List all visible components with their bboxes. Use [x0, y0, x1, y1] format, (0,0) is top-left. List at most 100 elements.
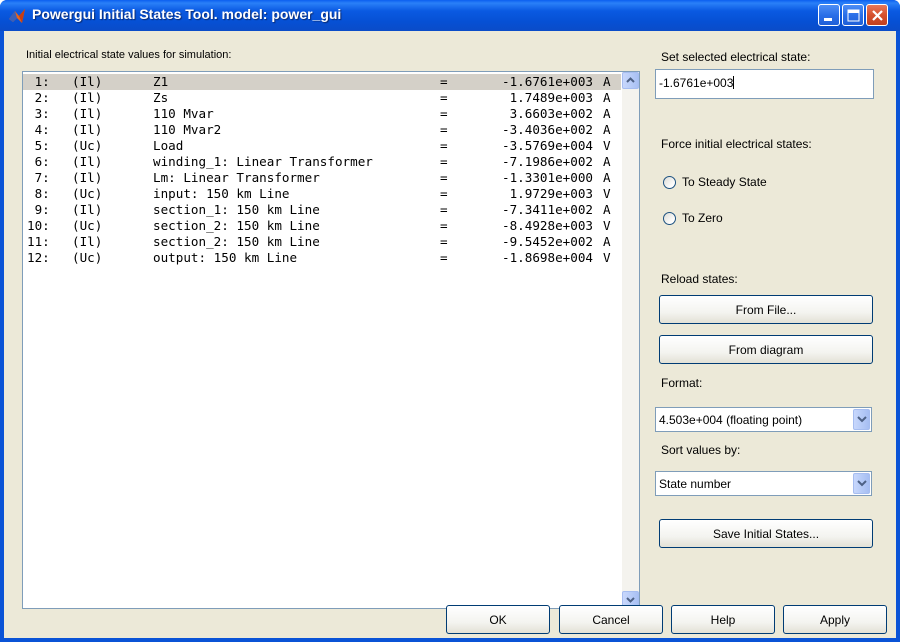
help-button[interactable]: Help [671, 605, 775, 634]
state-unit: V [603, 218, 611, 233]
save-initial-states-button[interactable]: Save Initial States... [659, 519, 873, 548]
state-number: 10: [27, 218, 50, 233]
state-name: 110 Mvar [153, 106, 214, 121]
state-value: 3.6603e+002 [509, 106, 593, 121]
state-number: 5: [27, 138, 50, 153]
apply-button[interactable]: Apply [783, 605, 887, 634]
format-value: 4.503e+004 (floating point) [659, 413, 803, 427]
list-item[interactable]: 3: (Il) 110 Mvar = 3.6603e+002 A [23, 106, 621, 122]
state-name: section_1: 150 km Line [153, 202, 320, 217]
state-name: output: 150 km Line [153, 250, 298, 265]
radio-circle-icon [663, 175, 676, 189]
dropdown-arrow-button[interactable] [853, 409, 870, 430]
scroll-up-button[interactable] [622, 72, 639, 89]
list-item[interactable]: 5: (Uc) Load = -3.5769e+004 V [23, 138, 621, 154]
state-number: 8: [27, 186, 50, 201]
state-value-text: -1.6761e+003 [659, 76, 734, 90]
sort-label: Sort values by: [661, 443, 741, 457]
state-unit: A [603, 170, 611, 185]
format-label: Format: [661, 376, 703, 390]
list-item[interactable]: 11: (Il) section_2: 150 km Line = -9.5452e+0… [23, 234, 621, 250]
list-item[interactable]: 7: (Il) Lm: Linear Transformer = -1.3301e+00… [23, 170, 621, 186]
app-window: Powergui Initial States Tool. model: pow… [0, 0, 900, 642]
cancel-button[interactable]: Cancel [559, 605, 663, 634]
equals-sign: = [440, 218, 448, 233]
chevron-down-icon [857, 480, 867, 487]
state-name: Z1 [153, 74, 169, 89]
radio-zero[interactable]: To Zero [663, 211, 723, 225]
matlab-logo-icon [9, 9, 25, 23]
state-value: -8.4928e+003 [502, 218, 593, 233]
state-unit: A [603, 154, 611, 169]
radio-zero-label: To Zero [682, 211, 723, 225]
state-value: -1.6761e+003 [502, 74, 593, 89]
state-list: 1: (Il) Z1 = -1.6761e+003 A 2: (Il) Zs = 1.7489e+… [23, 72, 621, 608]
sort-value: State number [659, 477, 732, 491]
state-number: 3: [27, 106, 50, 121]
radio-circle-icon [663, 211, 676, 225]
state-value-field[interactable]: -1.6761e+003 [655, 69, 874, 99]
radio-steady-state[interactable]: To Steady State [663, 175, 767, 189]
list-item[interactable]: 6: (Il) winding_1: Linear Transformer = -7.1… [23, 154, 621, 170]
dropdown-arrow-button[interactable] [853, 473, 870, 494]
close-button[interactable] [866, 4, 888, 26]
state-name: section_2: 150 km Line [153, 234, 320, 249]
equals-sign: = [440, 250, 448, 265]
state-value: -1.8698e+004 [502, 250, 593, 265]
force-states-label: Force initial electrical states: [661, 137, 812, 151]
format-dropdown[interactable]: 4.503e+004 (floating point) [655, 407, 872, 432]
chevron-down-icon [857, 416, 867, 423]
minimize-button[interactable] [818, 4, 840, 26]
state-value: -3.4036e+002 [502, 122, 593, 137]
state-name: input: 150 km Line [153, 186, 290, 201]
equals-sign: = [440, 138, 448, 153]
list-item[interactable]: 8: (Uc) input: 150 km Line = 1.9729e+003 V [23, 186, 621, 202]
equals-sign: = [440, 122, 448, 137]
state-name: Zs [153, 90, 169, 105]
list-item[interactable]: 1: (Il) Z1 = -1.6761e+003 A [23, 74, 621, 90]
equals-sign: = [440, 186, 448, 201]
state-type: (Uc) [72, 250, 103, 265]
state-type: (Il) [72, 170, 103, 185]
minimize-icon [824, 18, 832, 21]
state-unit: V [603, 138, 611, 153]
list-item[interactable]: 4: (Il) 110 Mvar2 = -3.4036e+002 A [23, 122, 621, 138]
state-type: (Uc) [72, 138, 103, 153]
state-unit: A [603, 106, 611, 121]
from-diagram-button[interactable]: From diagram [659, 335, 873, 364]
list-item[interactable]: 9: (Il) section_1: 150 km Line = -7.3411e+00… [23, 202, 621, 218]
state-number: 9: [27, 202, 50, 217]
list-item[interactable]: 2: (Il) Zs = 1.7489e+003 A [23, 90, 621, 106]
state-number: 11: [27, 234, 50, 249]
state-unit: V [603, 250, 611, 265]
state-unit: A [603, 122, 611, 137]
list-item[interactable]: 10: (Uc) section_2: 150 km Line = -8.4928e+0… [23, 218, 621, 234]
state-name: winding_1: Linear Transformer [153, 154, 373, 169]
sort-dropdown[interactable]: State number [655, 471, 872, 496]
ok-button[interactable]: OK [446, 605, 550, 634]
state-value: -7.1986e+002 [502, 154, 593, 169]
state-value: -9.5452e+002 [502, 234, 593, 249]
state-listbox[interactable]: 1: (Il) Z1 = -1.6761e+003 A 2: (Il) Zs = 1.7489e+… [22, 71, 640, 609]
equals-sign: = [440, 170, 448, 185]
title-bar[interactable]: Powergui Initial States Tool. model: pow… [0, 0, 900, 31]
state-name: section_2: 150 km Line [153, 218, 320, 233]
state-type: (Il) [72, 202, 103, 217]
state-unit: A [603, 202, 611, 217]
state-name: Lm: Linear Transformer [153, 170, 320, 185]
maximize-button[interactable] [842, 4, 864, 26]
reload-states-label: Reload states: [661, 272, 738, 286]
state-number: 4: [27, 122, 50, 137]
dialog-body: Initial electrical state values for simu… [4, 31, 896, 638]
radio-steady-label: To Steady State [682, 175, 767, 189]
state-number: 6: [27, 154, 50, 169]
from-file-button[interactable]: From File... [659, 295, 873, 324]
state-name: 110 Mvar2 [153, 122, 222, 137]
list-scrollbar[interactable] [622, 72, 639, 608]
close-icon [872, 10, 883, 21]
state-type: (Il) [72, 74, 103, 89]
state-value: 1.9729e+003 [509, 186, 593, 201]
list-item[interactable]: 12: (Uc) output: 150 km Line = -1.8698e+004 V [23, 250, 621, 266]
text-caret [733, 76, 735, 89]
state-type: (Il) [72, 154, 103, 169]
